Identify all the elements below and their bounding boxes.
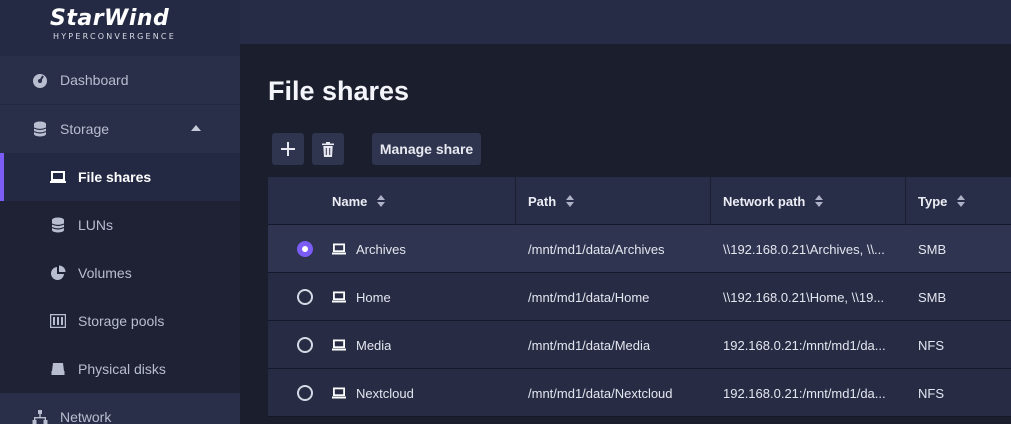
sidebar-item-label: Storage pools: [78, 313, 165, 329]
active-indicator: [0, 153, 4, 201]
sidebar: StarWind HYPERCONVERGENCE Dashboard Stor…: [0, 0, 240, 424]
chevron-up-icon[interactable]: [191, 125, 201, 131]
database-icon: [50, 217, 66, 233]
table-row[interactable]: Archives /mnt/md1/data/Archives \\192.16…: [268, 225, 1011, 273]
share-name: Media: [332, 321, 391, 369]
folder-icon: [332, 339, 346, 351]
plus-icon: [281, 142, 295, 156]
share-type: SMB: [918, 289, 947, 305]
share-path: /mnt/md1/data/Media: [528, 337, 651, 353]
trash-icon: [322, 141, 334, 157]
sidebar-item-label: Network: [60, 409, 112, 424]
sidebar-item-dashboard[interactable]: Dashboard: [0, 56, 240, 104]
columns-icon: [50, 313, 66, 329]
column-header-type[interactable]: Type: [918, 177, 966, 225]
database-icon: [32, 121, 48, 137]
sidebar-item-volumes[interactable]: Volumes: [0, 249, 240, 297]
share-path: /mnt/md1/data/Nextcloud: [528, 385, 673, 401]
table-row[interactable]: Home /mnt/md1/data/Home \\192.168.0.21\H…: [268, 273, 1011, 321]
share-type: SMB: [918, 241, 947, 257]
column-divider: [515, 177, 516, 225]
folder-icon: [332, 387, 346, 399]
sidebar-item-file-shares[interactable]: File shares: [0, 153, 240, 201]
row-radio[interactable]: [297, 337, 313, 353]
column-divider: [710, 177, 711, 225]
share-network-path: \\192.168.0.21\Home, \\19...: [723, 289, 885, 305]
sidebar-item-storage-pools[interactable]: Storage pools: [0, 297, 240, 345]
brand-tagline: HYPERCONVERGENCE: [53, 32, 176, 41]
share-name: Nextcloud: [332, 369, 414, 417]
sidebar-item-network[interactable]: Network: [0, 393, 240, 424]
column-header-name[interactable]: Name: [332, 177, 386, 225]
share-name: Home: [332, 273, 391, 321]
sidebar-item-label: Dashboard: [60, 72, 129, 88]
sidebar-item-physical-disks[interactable]: Physical disks: [0, 345, 240, 393]
table-row[interactable]: Media /mnt/md1/data/Media 192.168.0.21:/…: [268, 321, 1011, 369]
share-network-path: 192.168.0.21:/mnt/md1/da...: [723, 385, 886, 401]
folder-icon: [50, 169, 66, 185]
top-bar: [240, 0, 1011, 44]
row-radio[interactable]: [297, 241, 313, 257]
pie-chart-icon: [50, 265, 66, 281]
share-name: Archives: [332, 225, 406, 273]
brand-name: StarWind: [50, 6, 170, 31]
disk-icon: [50, 361, 66, 377]
row-radio[interactable]: [297, 289, 313, 305]
column-divider: [905, 177, 906, 225]
brand-logo[interactable]: StarWind HYPERCONVERGENCE: [0, 0, 240, 56]
folder-icon: [332, 243, 346, 255]
table-header: Name Path Network path Type: [268, 177, 1011, 225]
share-type: NFS: [918, 337, 944, 353]
sort-icon[interactable]: [566, 195, 575, 207]
sidebar-item-label: Physical disks: [78, 361, 166, 377]
delete-share-button[interactable]: [312, 133, 344, 165]
sidebar-item-storage[interactable]: Storage: [0, 105, 240, 153]
sidebar-item-label: File shares: [78, 169, 152, 185]
gauge-icon: [32, 72, 48, 88]
table-row[interactable]: Nextcloud /mnt/md1/data/Nextcloud 192.16…: [268, 369, 1011, 417]
share-network-path: 192.168.0.21:/mnt/md1/da...: [723, 337, 886, 353]
sort-icon[interactable]: [377, 195, 386, 207]
folder-icon: [332, 291, 346, 303]
share-path: /mnt/md1/data/Home: [528, 289, 650, 305]
sidebar-item-label: Volumes: [78, 265, 132, 281]
add-share-button[interactable]: [272, 133, 304, 165]
share-network-path: \\192.168.0.21\Archives, \\...: [723, 241, 885, 257]
manage-share-button[interactable]: Manage share: [372, 133, 481, 165]
share-path: /mnt/md1/data/Archives: [528, 241, 665, 257]
column-header-path[interactable]: Path: [528, 177, 575, 225]
share-type: NFS: [918, 385, 944, 401]
network-icon: [32, 409, 48, 424]
row-radio[interactable]: [297, 385, 313, 401]
sort-icon[interactable]: [957, 195, 966, 207]
column-header-network-path[interactable]: Network path: [723, 177, 824, 225]
sidebar-item-luns[interactable]: LUNs: [0, 201, 240, 249]
sidebar-item-label: Storage: [60, 121, 110, 137]
page-title: File shares: [268, 76, 410, 106]
sidebar-item-label: LUNs: [78, 217, 114, 233]
sort-icon[interactable]: [815, 195, 824, 207]
